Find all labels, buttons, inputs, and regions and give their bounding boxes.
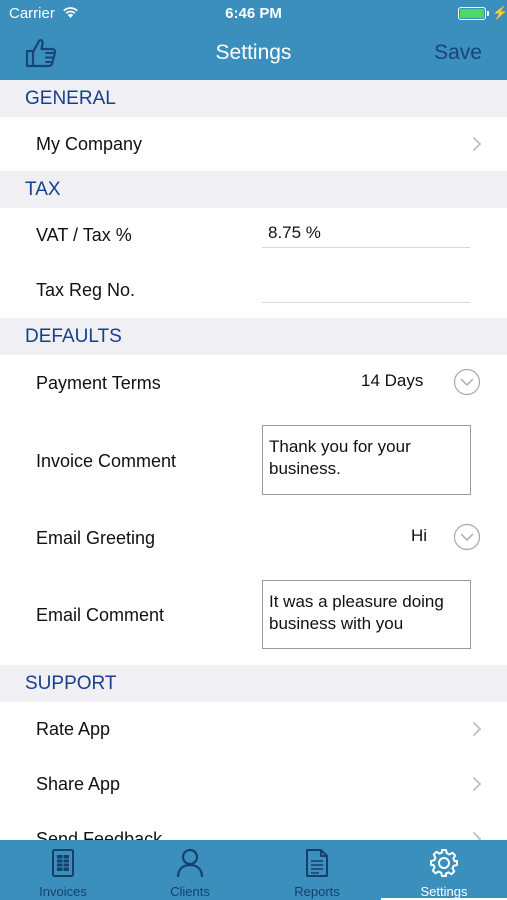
chevron-down-circle-icon[interactable]	[453, 523, 481, 551]
section-title: SUPPORT	[25, 673, 117, 694]
vat-tax-input[interactable]: 8.75 %	[262, 220, 470, 248]
row-label: Payment Terms	[36, 373, 161, 393]
row-my-company[interactable]: My Company	[0, 117, 507, 171]
status-time: 6:46 PM	[225, 5, 282, 22]
tab-label: Invoices	[39, 884, 87, 899]
section-header-tax: TAX	[0, 171, 507, 208]
row-email-comment: Email Comment It was a pleasure doing bu…	[0, 565, 507, 665]
row-label: Invoice Comment	[36, 451, 177, 471]
tab-label: Clients	[170, 884, 210, 899]
chevron-right-icon	[473, 137, 481, 151]
page-title: Settings	[215, 41, 292, 64]
payment-terms-value: 14 Days	[361, 371, 424, 390]
battery-icon	[458, 7, 486, 20]
row-label: VAT / Tax %	[36, 225, 132, 245]
row-rate-app[interactable]: Rate App	[0, 702, 507, 757]
battery-tip	[487, 11, 489, 16]
row-label: Send Feedback	[36, 829, 163, 840]
section-header-support: SUPPORT	[0, 665, 507, 702]
tab-reports[interactable]: Reports	[254, 840, 380, 900]
row-label: Share App	[36, 774, 121, 794]
status-bar: Carrier 6:46 PM ⚡	[0, 0, 507, 28]
row-invoice-comment: Invoice Comment Thank you for your busin…	[0, 410, 507, 510]
row-label: My Company	[36, 134, 143, 154]
section-title: TAX	[25, 179, 61, 200]
tab-invoices[interactable]: Invoices	[0, 840, 126, 900]
section-header-defaults: DEFAULTS	[0, 318, 507, 355]
row-label: Email Comment	[36, 605, 165, 625]
tax-reg-no-input[interactable]	[262, 275, 470, 303]
chevron-right-icon	[473, 777, 481, 791]
row-send-feedback[interactable]: Send Feedback	[0, 812, 507, 840]
charging-icon: ⚡	[492, 5, 507, 20]
invoice-comment-textarea[interactable]: Thank you for your business.	[262, 425, 471, 495]
person-icon	[176, 848, 204, 878]
nav-bar: Settings Save	[0, 28, 507, 80]
tab-label: Reports	[294, 884, 340, 899]
tab-bar: Invoices Clients Reports Settings	[0, 840, 507, 900]
section-title: DEFAULTS	[25, 326, 122, 347]
row-label: Rate App	[36, 719, 111, 739]
email-greeting-value: Hi	[411, 526, 428, 545]
chevron-right-icon	[473, 832, 481, 840]
tab-clients[interactable]: Clients	[127, 840, 253, 900]
settings-list[interactable]: GENERAL My Company TAX VAT / Tax % 8.75 …	[0, 80, 507, 840]
invoice-icon	[52, 849, 74, 877]
section-header-general: GENERAL	[0, 80, 507, 117]
vat-tax-value: 8.75 %	[268, 223, 321, 242]
tab-label: Settings	[420, 884, 468, 899]
report-icon	[306, 849, 328, 877]
chevron-right-icon	[473, 722, 481, 736]
gear-icon	[430, 849, 458, 877]
email-comment-textarea[interactable]: It was a pleasure doing business with yo…	[262, 580, 471, 649]
save-button[interactable]: Save	[434, 41, 482, 65]
row-vat-tax: VAT / Tax % 8.75 %	[0, 208, 507, 263]
row-label: Tax Reg No.	[36, 280, 136, 300]
row-share-app[interactable]: Share App	[0, 757, 507, 812]
section-title: GENERAL	[25, 88, 116, 109]
row-payment-terms[interactable]: Payment Terms 14 Days	[0, 355, 507, 410]
row-tax-reg-no: Tax Reg No.	[0, 263, 507, 318]
row-label: Email Greeting	[36, 528, 156, 548]
row-email-greeting[interactable]: Email Greeting Hi	[0, 510, 507, 565]
tab-settings[interactable]: Settings	[381, 840, 507, 900]
chevron-down-circle-icon[interactable]	[453, 368, 481, 396]
